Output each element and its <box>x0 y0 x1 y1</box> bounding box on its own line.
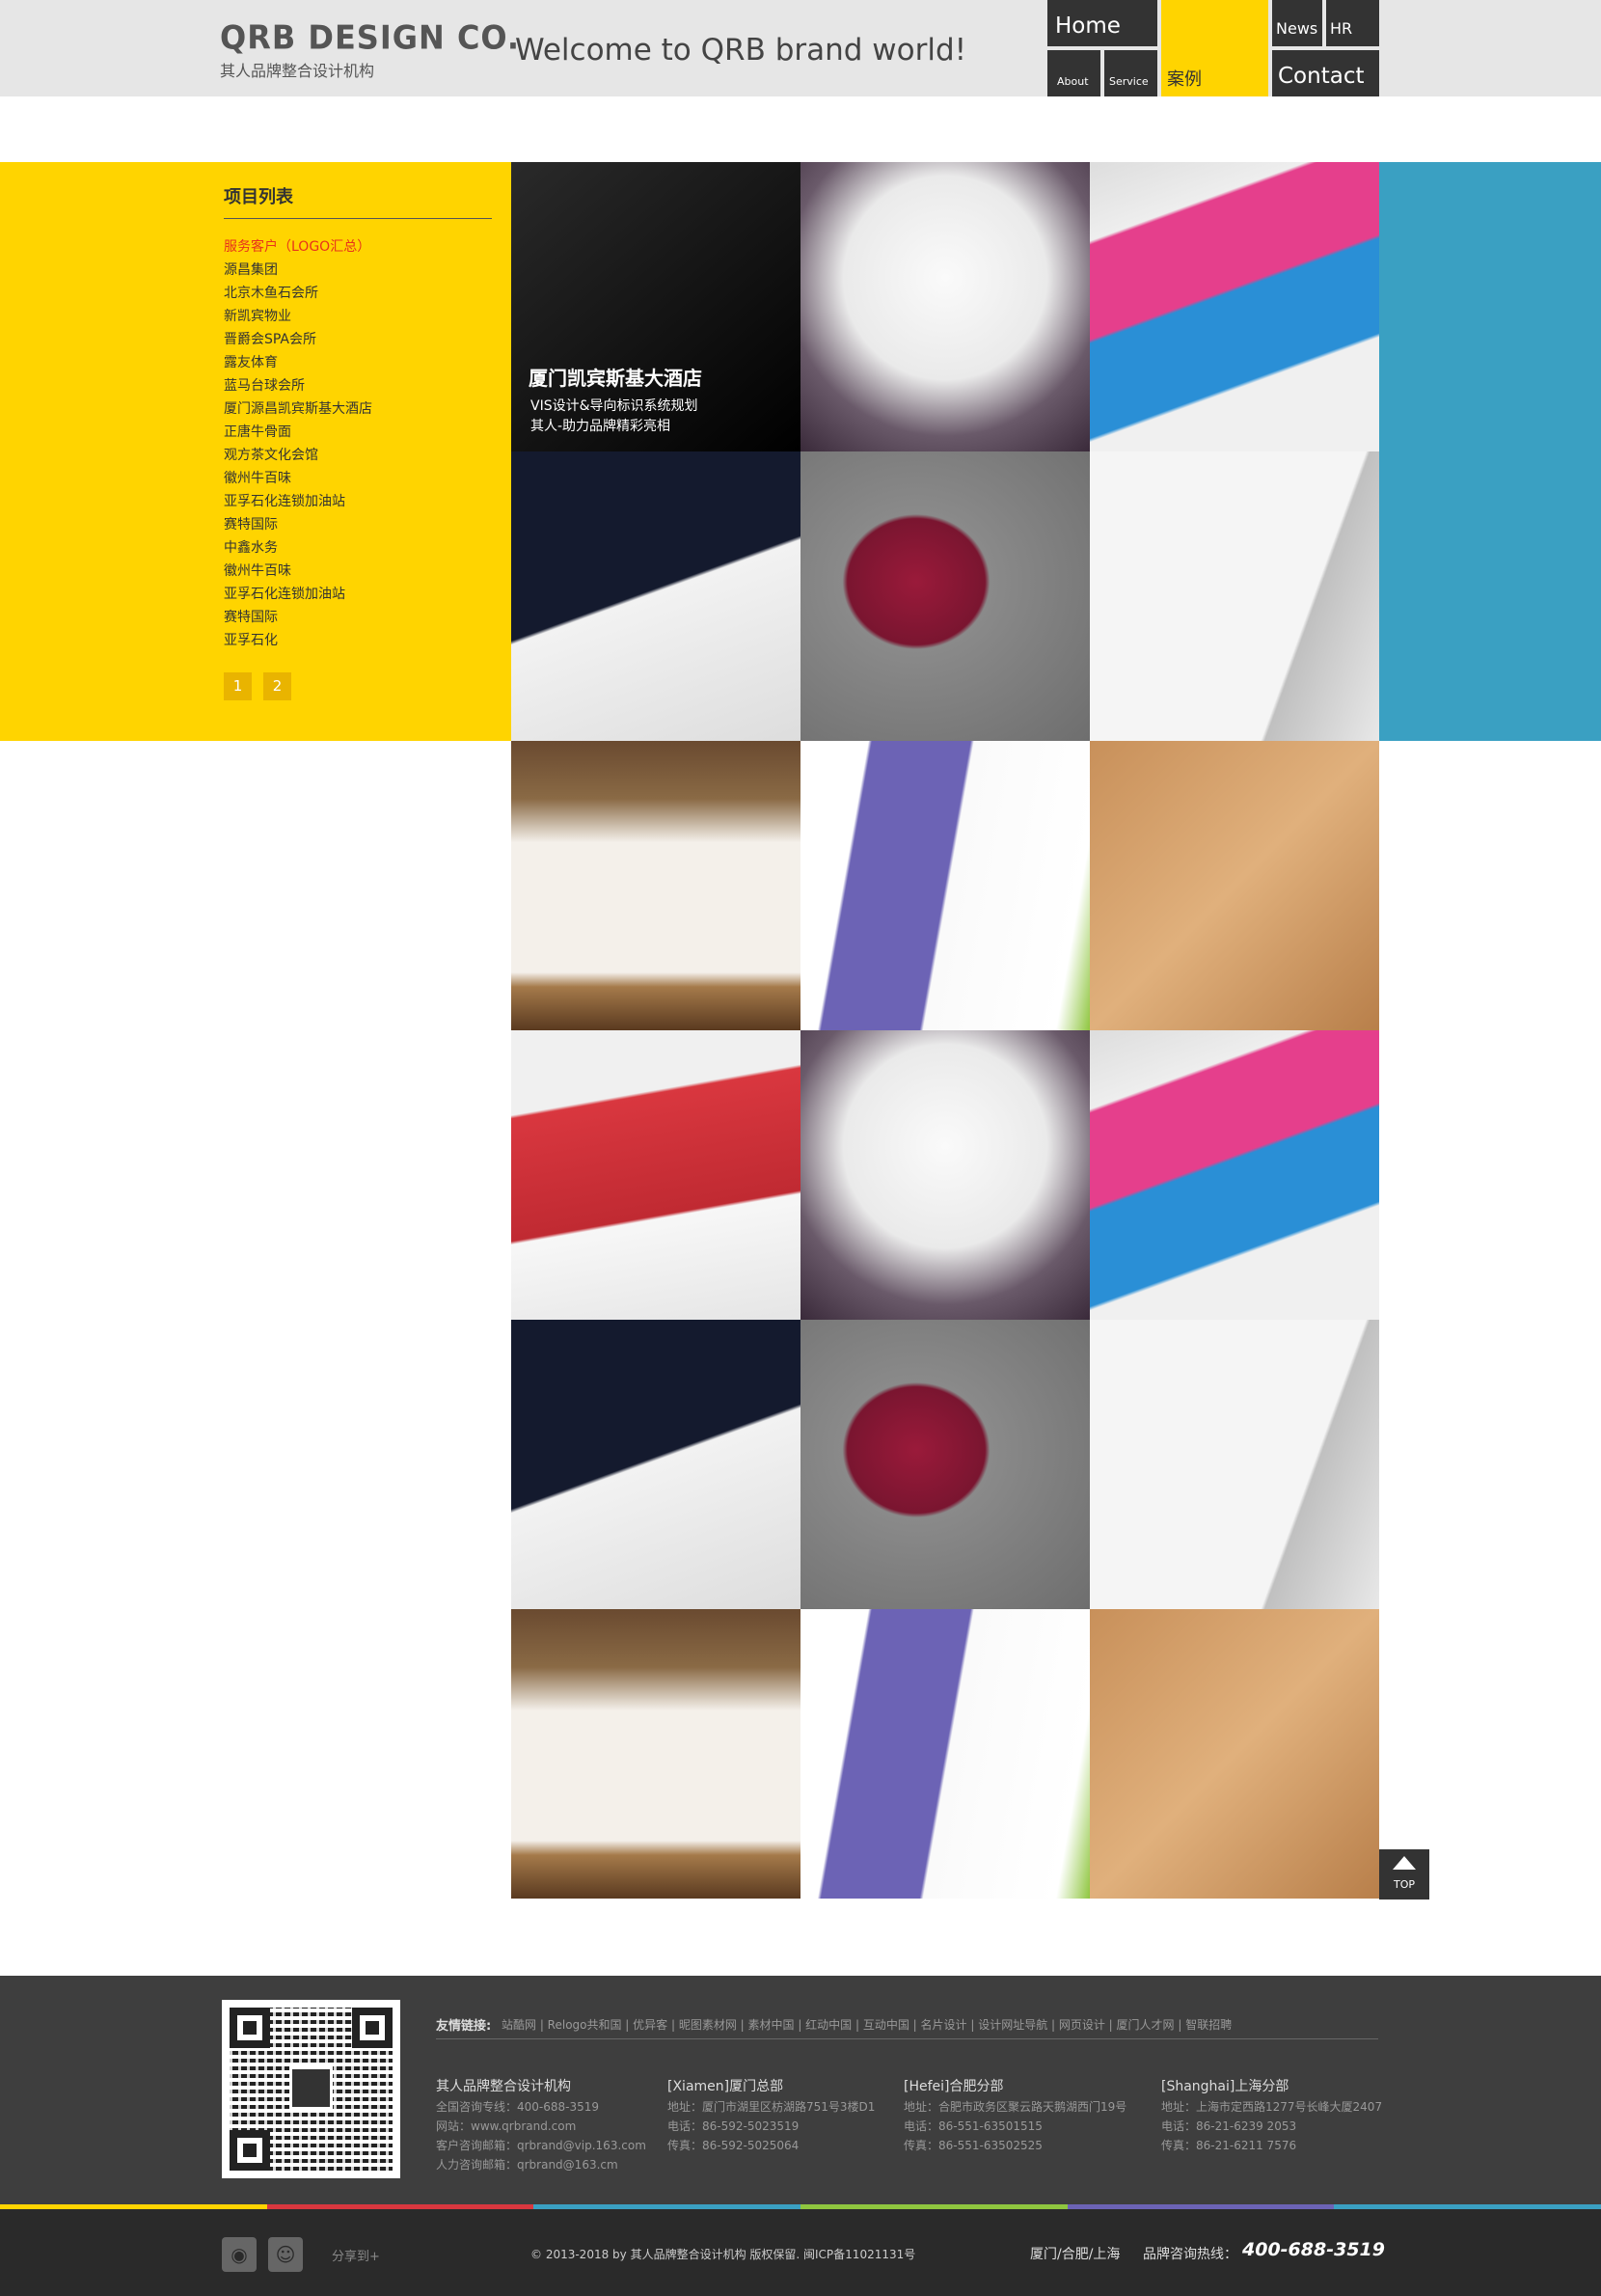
footer-column-title: [Hefei]合肥分部 <box>904 2079 1004 2094</box>
project-tile-bowl[interactable] <box>800 162 1090 451</box>
decorative-blue-panel <box>1379 162 1601 741</box>
footer-line: 电话：86-551-63501515 <box>904 2119 1043 2133</box>
office-cities: 厦门/合肥/上海 <box>1030 2247 1121 2262</box>
share-link[interactable]: 分享到+ <box>332 2246 380 2264</box>
footer-line: 传真：86-551-63502525 <box>904 2139 1043 2152</box>
project-tile-shoe[interactable] <box>800 451 1090 741</box>
qq-icon[interactable]: ☺ <box>268 2237 303 2272</box>
project-tile-floor-sign[interactable] <box>1090 1320 1379 1609</box>
qr-finder-icon <box>230 2130 270 2171</box>
project-list-item[interactable]: 厦门源昌凯宾斯基大酒店 <box>224 397 372 421</box>
footer-line: 传真：86-592-5025064 <box>667 2139 800 2152</box>
footer-line[interactable]: 人力咨询邮箱：qrbrand@163.cm <box>436 2155 646 2174</box>
project-tile-gift-box[interactable] <box>511 1030 800 1320</box>
footer-line: 地址：厦门市湖里区枋湖路751号3楼D1 <box>667 2100 876 2114</box>
footer-line[interactable]: 网站：www.qrbrand.com <box>436 2117 646 2136</box>
page-button-1[interactable]: 1 <box>224 672 252 700</box>
project-list-item[interactable]: 晋爵会SPA会所 <box>224 328 372 351</box>
footer-line: 全国咨询专线：400-688-3519 <box>436 2100 600 2114</box>
project-list-item[interactable]: 露友体育 <box>224 351 372 374</box>
hotline-number[interactable]: 400-688-3519 <box>1242 2239 1385 2260</box>
project-list: 服务客户（LOGO汇总） 源昌集团 北京木鱼石会所 新凯宾物业 晋爵会SPA会所… <box>224 235 372 652</box>
project-tile-shoe[interactable] <box>800 1320 1090 1609</box>
nav-case[interactable]: 案例 <box>1161 0 1268 96</box>
welcome-text: Welcome to QRB brand world! <box>515 33 967 68</box>
project-list-item[interactable]: 亚孚石化连锁加油站 <box>224 490 372 513</box>
featured-project-subtitle: VIS设计&导向标识系统规划 <box>530 398 698 414</box>
friend-links[interactable]: 站酷网 | Relogo共和国 | 优异客 | 昵图素材网 | 素材中国 | 红… <box>502 2016 1232 2033</box>
sidebar-divider <box>224 218 492 219</box>
featured-project-title: 厦门凯宾斯基大酒店 <box>529 367 702 390</box>
footer-line: 地址：上海市定西路1277号长峰大厦2407 <box>1161 2100 1383 2114</box>
footer-line: 传真：86-21-6211 7576 <box>1161 2139 1297 2152</box>
footer-line: 地址：合肥市政务区聚云路天鹅湖西门19号 <box>904 2100 1127 2114</box>
project-tile-floor-sign[interactable] <box>1090 451 1379 741</box>
project-list-item[interactable]: 徽州牛百味 <box>224 560 372 583</box>
arrow-up-icon <box>1393 1856 1416 1870</box>
footer-divider <box>436 2038 1378 2039</box>
project-list-item[interactable]: 中鑫水务 <box>224 536 372 560</box>
copyright-text: © 2013-2018 by 其人品牌整合设计机构 版权保留. 闽ICP备110… <box>530 2248 916 2261</box>
project-tile-shopping-bag[interactable] <box>800 1609 1090 1899</box>
project-list-item[interactable]: 赛特国际 <box>224 606 372 629</box>
page-button-2[interactable]: 2 <box>263 672 291 700</box>
project-list-item[interactable]: 亚孚石化 <box>224 629 372 652</box>
project-list-item[interactable]: 亚孚石化连锁加油站 <box>224 583 372 606</box>
footer-column-title: [Xiamen]厦门总部 <box>667 2079 784 2094</box>
footer-line[interactable]: 客户咨询邮箱：qrbrand@vip.163.com <box>436 2136 646 2155</box>
project-list-item[interactable]: 正唐牛骨面 <box>224 421 372 444</box>
nav-contact[interactable]: Contact <box>1272 50 1379 96</box>
project-tile-bowl[interactable] <box>800 1030 1090 1320</box>
friend-links-label: 友情链接: <box>436 2019 492 2034</box>
featured-project-tagline: 其人-助力品牌精彩亮相 <box>530 419 671 434</box>
nav-hr[interactable]: HR <box>1326 0 1379 46</box>
project-list-item[interactable]: 徽州牛百味 <box>224 467 372 490</box>
project-list-item[interactable]: 源昌集团 <box>224 259 372 282</box>
footer-company-info: 其人品牌整合设计机构 全国咨询专线：400-688-3519 网站：www.qr… <box>436 2076 646 2174</box>
logo-wordmark[interactable]: QRB DESIGN CO. <box>220 18 520 57</box>
footer-line: 电话：86-21-6239 2053 <box>1161 2119 1297 2133</box>
project-tile-shopping-bag[interactable] <box>800 741 1090 1030</box>
project-list-item[interactable]: 服务客户（LOGO汇总） <box>224 235 372 259</box>
footer-line: 电话：86-592-5023519 <box>667 2119 800 2133</box>
project-list-item[interactable]: 蓝马台球会所 <box>224 374 372 397</box>
weibo-icon[interactable]: ◉ <box>222 2237 257 2272</box>
project-tile-jar[interactable] <box>511 1609 800 1899</box>
sidebar-title: 项目列表 <box>224 187 293 207</box>
project-list-item[interactable]: 北京木鱼石会所 <box>224 282 372 305</box>
nav-about[interactable]: About <box>1047 50 1100 96</box>
footer-column-title: 其人品牌整合设计机构 <box>436 2079 571 2094</box>
project-list-item[interactable]: 赛特国际 <box>224 513 372 536</box>
footer-column-title: [Shanghai]上海分部 <box>1161 2079 1289 2094</box>
footer-xiamen-office: [Xiamen]厦门总部 地址：厦门市湖里区枋湖路751号3楼D1 电话：86-… <box>667 2076 875 2155</box>
project-list-item[interactable]: 观方茶文化会馆 <box>224 444 372 467</box>
hotline-label: 品牌咨询热线： <box>1143 2247 1237 2262</box>
nav-service[interactable]: Service <box>1104 50 1157 96</box>
qr-finder-icon <box>352 2008 393 2048</box>
project-tile-jar[interactable] <box>511 741 800 1030</box>
project-tile-medicine-box[interactable] <box>1090 1030 1379 1320</box>
qr-logo-icon <box>289 2066 333 2110</box>
project-tile-business-card[interactable] <box>511 1320 800 1609</box>
nav-home[interactable]: Home <box>1047 0 1157 46</box>
logo-subtitle: 其人品牌整合设计机构 <box>220 62 375 80</box>
project-tile-wood-sign[interactable] <box>1090 741 1379 1030</box>
qr-finder-icon <box>230 2008 270 2048</box>
footer-shanghai-office: [Shanghai]上海分部 地址：上海市定西路1277号长峰大厦2407 电话… <box>1161 2076 1382 2155</box>
project-tile-medicine-box[interactable] <box>1090 162 1379 451</box>
footer-hefei-office: [Hefei]合肥分部 地址：合肥市政务区聚云路天鹅湖西门19号 电话：86-5… <box>904 2076 1126 2155</box>
nav-news[interactable]: News <box>1272 0 1322 46</box>
project-tile-business-card[interactable] <box>511 451 800 741</box>
project-list-item[interactable]: 新凯宾物业 <box>224 305 372 328</box>
project-tile-wood-sign[interactable] <box>1090 1609 1379 1899</box>
